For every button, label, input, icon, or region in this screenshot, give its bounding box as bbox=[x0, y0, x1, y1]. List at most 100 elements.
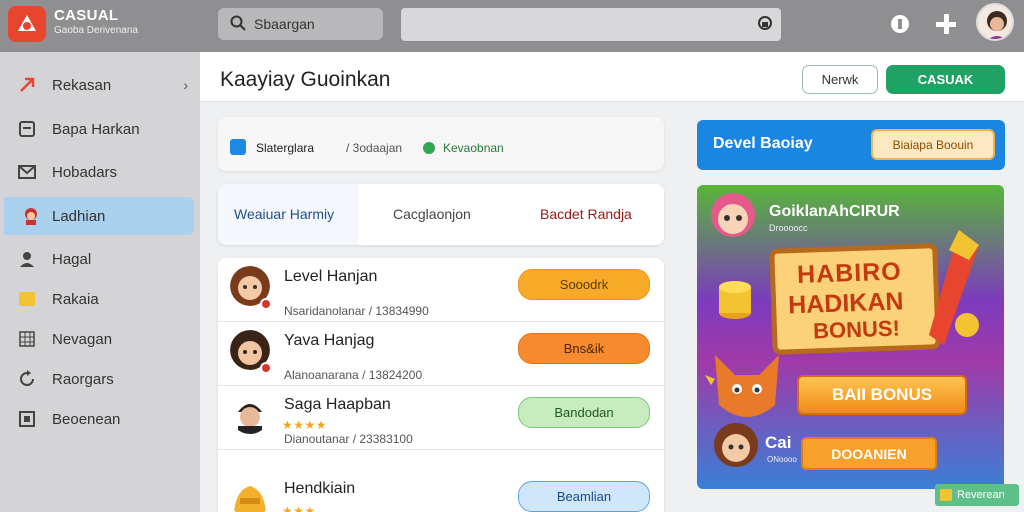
filter-label-3[interactable]: Kevaobnan bbox=[443, 141, 504, 155]
promo-banner[interactable]: GoiklanAhCIRUR Droooocc HABIRO HADIKAN B… bbox=[697, 185, 1004, 489]
sidebar-item-nevagan[interactable]: Nevagan bbox=[0, 320, 196, 358]
filter-bar: Slaterglara / 3odaajan Kevaobnan bbox=[218, 117, 664, 171]
game-action-button[interactable]: Bandodan bbox=[518, 397, 650, 428]
sidebar: Rekasan › Bapa Harkan Hobadars Ladhian H… bbox=[0, 52, 200, 512]
bonus-button[interactable]: BAII BONUS bbox=[797, 375, 967, 415]
notification-icon[interactable] bbox=[888, 12, 912, 36]
folder-icon bbox=[19, 292, 35, 306]
chevron-right-icon: › bbox=[183, 77, 188, 93]
game-name: Hendkiain bbox=[284, 480, 356, 497]
promo-board: HABIRO HADIKAN BONUS! bbox=[769, 243, 941, 355]
avatar[interactable] bbox=[976, 3, 1014, 41]
rocket-icon bbox=[929, 230, 979, 345]
fox-mascot-icon bbox=[705, 355, 779, 417]
promo-title: GoiklanAhCIRUR bbox=[769, 203, 900, 220]
list-item[interactable]: Level Hanjan Nsaridanolanar / 13834990 S… bbox=[218, 258, 664, 322]
filter-label-1[interactable]: Slaterglara bbox=[256, 141, 314, 155]
game-action-label: Bns&ik bbox=[563, 341, 605, 356]
sidebar-item-label: Ladhian bbox=[52, 208, 106, 225]
game-action-button[interactable]: Beamlian bbox=[518, 481, 650, 512]
sidebar-item-raorgars[interactable]: Raorgars bbox=[0, 360, 196, 398]
sidebar-item-label: Beoenean bbox=[52, 411, 121, 428]
sidebar-item-hobadars[interactable]: Hobadars bbox=[0, 153, 196, 191]
main-header: Kaayiay Guoinkan Nerwk CASUAK bbox=[200, 52, 1024, 102]
status-dot-icon bbox=[423, 142, 435, 154]
list-item[interactable]: Yava Hanjag Alanoanarana / 13824200 Bns&… bbox=[218, 322, 664, 386]
add-icon[interactable] bbox=[934, 12, 958, 36]
level-banner-title: Devel Baoiay bbox=[713, 135, 813, 152]
tab-1-label: Weaiuar Harmiy bbox=[234, 206, 335, 222]
rating-stars: ★★★ bbox=[282, 504, 316, 512]
page-title: Kaayiay Guoinkan bbox=[220, 68, 391, 91]
promo-footer-sub: ONoooo bbox=[767, 455, 797, 464]
search-icon bbox=[230, 15, 246, 31]
promo-subtitle: Droooocc bbox=[769, 223, 808, 233]
promo-footer-label: Cai bbox=[765, 433, 792, 452]
promo-board-line-1: HABIRO bbox=[796, 257, 903, 289]
news-button[interactable]: Nerwk bbox=[802, 65, 878, 94]
character-avatar-icon bbox=[711, 193, 755, 237]
rating-stars: ★★★★ bbox=[282, 418, 328, 432]
sidebar-item-rekasan[interactable]: Rekasan › bbox=[0, 66, 196, 104]
refresh-icon bbox=[20, 370, 34, 386]
grid-icon bbox=[19, 331, 35, 347]
lock-search-icon bbox=[758, 16, 772, 30]
game-action-button[interactable]: Bns&ik bbox=[518, 333, 650, 364]
game-meta: Dianoutanar / 23383100 bbox=[284, 432, 413, 446]
sidebar-item-label: Nevagan bbox=[52, 331, 113, 348]
tab-1[interactable]: Weaiuar Harmiy bbox=[218, 184, 358, 245]
game-meta: Alanoanarana / 13824200 bbox=[284, 368, 423, 382]
sidebar-item-label: Raorgars bbox=[52, 371, 114, 388]
casual-button[interactable]: CASUAK bbox=[886, 65, 1005, 94]
quick-search-label: Sbaargan bbox=[254, 16, 315, 32]
coin-stack-icon bbox=[719, 281, 751, 319]
game-meta: Nsaridanolanar / 13834990 bbox=[284, 304, 429, 318]
game-list: Level Hanjan Nsaridanolanar / 13834990 S… bbox=[218, 258, 664, 512]
promo-board-line-3: BONUS! bbox=[812, 315, 901, 344]
app-logo-icon[interactable] bbox=[8, 6, 46, 42]
level-banner-button[interactable]: Biaiapa Boouin bbox=[871, 129, 995, 160]
quick-search[interactable]: Sbaargan bbox=[218, 8, 383, 40]
arrow-icon bbox=[20, 77, 35, 92]
main-content: Kaayiay Guoinkan Nerwk CASUAK Slaterglar… bbox=[200, 52, 1024, 512]
document-icon bbox=[19, 121, 35, 137]
tab-2[interactable]: Cacglaonjon bbox=[393, 206, 471, 222]
sidebar-item-label: Rekasan bbox=[52, 77, 112, 94]
brand-title: CASUAL bbox=[54, 7, 119, 24]
game-action-label: Sooodrk bbox=[559, 277, 609, 292]
level-banner: Devel Baoiay Biaiapa Boouin bbox=[697, 120, 1005, 170]
mail-icon bbox=[18, 165, 36, 179]
sidebar-item-rakaia[interactable]: Rakaia bbox=[0, 280, 196, 318]
search-input[interactable] bbox=[401, 8, 781, 41]
filter-label-2[interactable]: / 3odaajan bbox=[346, 141, 402, 155]
checkbox[interactable] bbox=[230, 139, 246, 155]
sidebar-item-label: Hagal bbox=[52, 251, 92, 268]
game-name: Yava Hanjag bbox=[284, 332, 375, 349]
user-icon bbox=[20, 252, 34, 267]
game-avatar bbox=[230, 478, 270, 512]
sidebar-item-beoenean[interactable]: Beoenean bbox=[0, 400, 196, 438]
reward-chip-label: Reverean bbox=[957, 489, 1005, 501]
casual-button-label: CASUAK bbox=[917, 72, 974, 87]
brand-subtitle: Gaoba Derivenana bbox=[54, 25, 138, 36]
list-item[interactable]: Saga Haapban ★★★★ Dianoutanar / 23383100… bbox=[218, 386, 664, 450]
reward-chip[interactable]: Reverean bbox=[935, 484, 1019, 506]
sidebar-item-ladhian[interactable]: Ladhian bbox=[4, 197, 194, 235]
promo-download-button[interactable]: DOOANIEN bbox=[801, 437, 937, 470]
game-action-label: Bandodan bbox=[554, 405, 614, 420]
game-action-label: Beamlian bbox=[556, 489, 612, 504]
girl-avatar-icon bbox=[714, 423, 758, 467]
sidebar-item-label: Hobadars bbox=[52, 164, 118, 181]
game-action-button[interactable]: Sooodrk bbox=[518, 269, 650, 300]
top-bar: CASUAL Gaoba Derivenana Sbaargan bbox=[0, 0, 1024, 52]
box-icon bbox=[19, 411, 35, 427]
tab-3[interactable]: Bacdet Randja bbox=[540, 206, 632, 222]
sidebar-item-hagal[interactable]: Hagal bbox=[0, 240, 196, 278]
gift-icon bbox=[940, 489, 952, 501]
list-item[interactable]: Hendkiain ★★★ Beamlian bbox=[218, 470, 664, 512]
sidebar-item-bapa-harkan[interactable]: Bapa Harkan bbox=[0, 110, 196, 148]
game-name: Level Hanjan bbox=[284, 268, 378, 285]
bonus-button-label: BAII BONUS bbox=[831, 385, 933, 404]
status-badge bbox=[260, 298, 272, 310]
tab-bar: Weaiuar Harmiy Cacglaonjon Bacdet Randja bbox=[218, 184, 664, 245]
